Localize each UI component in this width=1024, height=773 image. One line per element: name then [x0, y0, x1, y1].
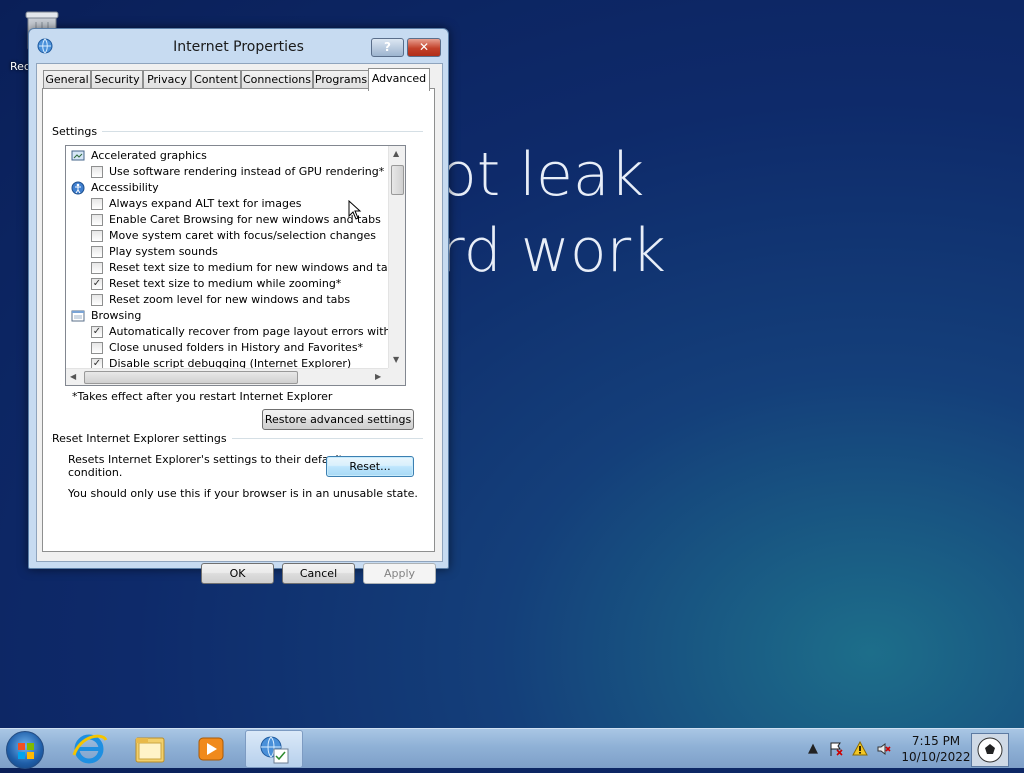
soccer-ball-icon — [977, 737, 1003, 763]
list-item[interactable]: Play system sounds — [66, 244, 388, 260]
reset-button[interactable]: Reset... — [326, 456, 414, 477]
scroll-left-icon[interactable]: ◀ — [70, 372, 76, 381]
monitor-icon — [71, 150, 85, 161]
scroll-right-icon[interactable]: ▶ — [375, 372, 381, 381]
list-item: Accelerated graphics — [66, 148, 388, 164]
list-item[interactable]: Use software rendering instead of GPU re… — [66, 164, 388, 180]
cancel-button[interactable]: Cancel — [282, 563, 355, 584]
reset-description-line-1: Resets Internet Explorer's settings to t… — [68, 453, 343, 466]
checkbox[interactable] — [91, 294, 103, 306]
media-player-icon — [198, 737, 224, 761]
checkbox[interactable] — [91, 214, 103, 226]
setting-label: Use software rendering instead of GPU re… — [109, 165, 385, 178]
close-button[interactable]: ✕ — [407, 38, 441, 57]
tab-programs[interactable]: Programs — [313, 70, 369, 89]
dialog-client-area: General Security Privacy Content Connect… — [36, 63, 443, 584]
setting-label: Close unused folders in History and Favo… — [109, 341, 364, 354]
checkbox[interactable] — [91, 230, 103, 242]
taskbar: ▲ 7:15 PM 10/10/2022 — [0, 728, 1024, 769]
clock-date: 10/10/2022 — [901, 750, 971, 764]
horizontal-scroll-thumb[interactable] — [84, 371, 298, 384]
category-label: Accessibility — [91, 181, 159, 194]
show-hidden-icons[interactable]: ▲ — [808, 741, 818, 756]
internet-options-icon — [260, 736, 289, 764]
list-item[interactable]: Reset zoom level for new windows and tab… — [66, 292, 388, 308]
checkbox[interactable] — [91, 166, 103, 178]
help-button[interactable]: ? — [371, 38, 404, 57]
category-label: Browsing — [91, 309, 142, 322]
list-item: Browsing — [66, 308, 388, 324]
taskbar-file-explorer[interactable] — [121, 730, 179, 768]
mouse-cursor-icon — [348, 200, 362, 220]
wallpaper-text-line-2: rd work — [440, 216, 666, 286]
taskbar-media-player[interactable] — [182, 730, 240, 768]
tab-general[interactable]: General — [43, 70, 91, 89]
setting-label: Play system sounds — [109, 245, 218, 258]
taskbar-internet-options[interactable] — [245, 730, 303, 768]
list-item[interactable]: Move system caret with focus/selection c… — [66, 228, 388, 244]
list-item[interactable]: Close unused folders in History and Favo… — [66, 340, 388, 356]
tab-security[interactable]: Security — [91, 70, 143, 89]
list-item[interactable]: ✓ Automatically recover from page layout… — [66, 324, 388, 340]
setting-label: Move system caret with focus/selection c… — [109, 229, 376, 242]
volume-muted-icon[interactable] — [876, 741, 892, 757]
taskbar-internet-explorer[interactable] — [60, 730, 118, 768]
warning-icon[interactable] — [852, 741, 868, 757]
checkbox-checked[interactable]: ✓ — [91, 278, 103, 290]
window-icon — [71, 310, 85, 322]
scroll-down-icon[interactable]: ▼ — [393, 355, 399, 364]
internet-explorer-icon — [72, 734, 108, 764]
checkbox[interactable] — [91, 198, 103, 210]
setting-label: Enable Caret Browsing for new windows an… — [109, 213, 381, 226]
apply-button[interactable]: Apply — [363, 563, 436, 584]
setting-label: Reset text size to medium for new window… — [109, 261, 388, 274]
list-item[interactable]: ✓ Reset text size to medium while zoomin… — [66, 276, 388, 292]
checkbox-checked[interactable]: ✓ — [91, 326, 103, 338]
accessibility-icon — [71, 181, 85, 195]
settings-tree-list[interactable]: Accelerated graphics Use software render… — [65, 145, 406, 386]
checkbox[interactable] — [91, 246, 103, 258]
tab-privacy[interactable]: Privacy — [143, 70, 191, 89]
list-item[interactable]: Reset text size to medium for new window… — [66, 260, 388, 276]
vertical-scrollbar[interactable]: ▲ ▼ — [388, 146, 405, 368]
settings-group-label: Settings — [52, 125, 103, 138]
reset-warning: You should only use this if your browser… — [68, 487, 418, 500]
action-center-flag-icon[interactable] — [828, 741, 844, 757]
list-item[interactable]: Enable Caret Browsing for new windows an… — [66, 212, 388, 228]
list-item: Accessibility — [66, 180, 388, 196]
title-bar[interactable]: Internet Properties ? ✕ — [29, 29, 448, 61]
show-desktop-button[interactable] — [971, 733, 1009, 767]
vertical-scroll-thumb[interactable] — [391, 165, 404, 195]
scroll-up-icon[interactable]: ▲ — [393, 149, 399, 158]
restore-advanced-settings-button[interactable]: Restore advanced settings — [262, 409, 414, 430]
tab-advanced[interactable]: Advanced — [368, 68, 430, 91]
wallpaper-text-line-1: ot leak — [440, 140, 645, 210]
recycle-bin-label: Rec — [10, 60, 30, 73]
system-clock[interactable]: 7:15 PM 10/10/2022 — [898, 733, 974, 765]
restart-note: *Takes effect after you restart Internet… — [72, 390, 333, 403]
horizontal-scrollbar[interactable]: ◀ ▶ — [66, 368, 388, 385]
scroll-corner — [388, 368, 405, 385]
setting-label: Reset text size to medium while zooming* — [109, 277, 342, 290]
start-button[interactable] — [6, 731, 44, 769]
checkbox[interactable] — [91, 262, 103, 274]
list-item[interactable]: Always expand ALT text for images — [66, 196, 388, 212]
settings-group-line — [51, 131, 423, 132]
reset-description-line-2: condition. — [68, 466, 123, 479]
setting-label: Automatically recover from page layout e… — [109, 325, 388, 338]
file-explorer-icon — [135, 737, 165, 763]
ok-button[interactable]: OK — [201, 563, 274, 584]
tab-content[interactable]: Content — [191, 70, 241, 89]
advanced-tab-panel: Settings Accelerated graphics Use softwa… — [42, 88, 435, 552]
internet-properties-dialog: Internet Properties ? ✕ General Security… — [28, 28, 449, 584]
reset-group-label: Reset Internet Explorer settings — [52, 432, 232, 445]
tab-connections[interactable]: Connections — [241, 70, 313, 89]
category-label: Accelerated graphics — [91, 149, 207, 162]
clock-time: 7:15 PM — [911, 734, 961, 748]
checkbox[interactable] — [91, 342, 103, 354]
windows-logo-icon — [18, 743, 34, 759]
setting-label: Reset zoom level for new windows and tab… — [109, 293, 351, 306]
setting-label: Always expand ALT text for images — [109, 197, 302, 210]
